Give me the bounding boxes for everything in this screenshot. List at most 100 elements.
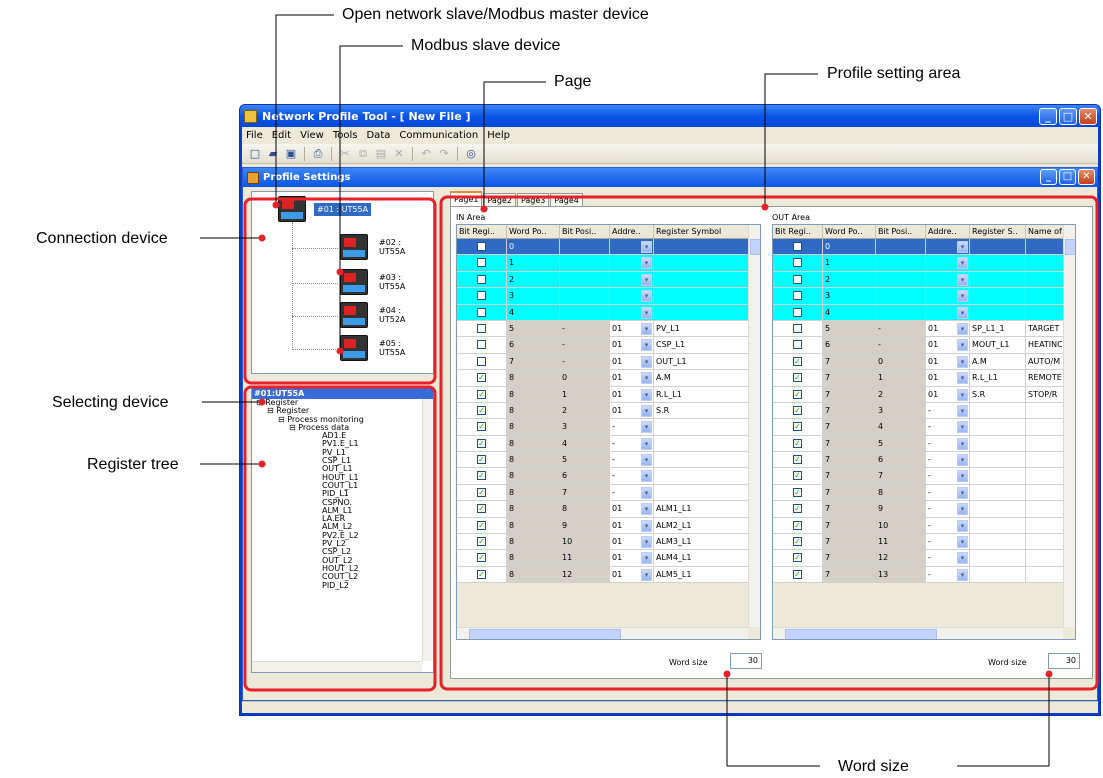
cell-s[interactable] xyxy=(654,468,750,485)
cell-b[interactable]: 12 xyxy=(876,550,926,567)
cell-n[interactable]: HEATINC xyxy=(1026,337,1066,354)
table-row[interactable]: 5 - 01 ▾ SP_L1_1 TARGET xyxy=(773,320,1075,338)
dropdown-arrow-icon[interactable]: ▾ xyxy=(957,241,968,253)
delete-icon[interactable]: ✕ xyxy=(392,147,406,161)
bit-register-checkbox[interactable]: ✓ xyxy=(793,471,802,481)
table-row[interactable]: ✓ 7 9- ▾ xyxy=(773,501,1075,518)
cell-s[interactable] xyxy=(654,435,750,453)
cell-s[interactable] xyxy=(970,435,1026,453)
cell-a[interactable]: 01 ▾ xyxy=(610,566,654,584)
cell-a[interactable]: 01 ▾ xyxy=(610,534,654,551)
menu-item-file[interactable]: File xyxy=(246,130,263,141)
table-row[interactable]: ✓ 8 11 01 ▾ ALM4_L1 xyxy=(457,550,760,567)
cell-c[interactable]: ✓ xyxy=(773,402,823,420)
cell-c[interactable]: ✓ xyxy=(773,468,823,485)
cell-n[interactable] xyxy=(1026,517,1066,535)
table-row[interactable]: 6 - 01 ▾ MOUT_L1 HEATINC xyxy=(773,337,1075,354)
table-row[interactable]: 4 ▾ xyxy=(457,304,760,321)
column-header[interactable]: Bit Posi.. xyxy=(876,225,926,238)
child-minimize-button[interactable]: _ xyxy=(1040,169,1057,185)
child-close-button[interactable]: ✕ xyxy=(1078,169,1095,185)
cell-s[interactable] xyxy=(970,271,1026,289)
cell-n[interactable] xyxy=(1026,435,1066,453)
bit-register-checkbox[interactable]: ✓ xyxy=(477,389,486,399)
cell-s[interactable] xyxy=(970,550,1026,567)
bit-register-checkbox[interactable]: ✓ xyxy=(477,553,486,563)
cell-a[interactable]: 01 ▾ xyxy=(610,501,654,518)
table-row[interactable]: ✓ 8 1 01 ▾ R.L_L1 xyxy=(457,386,760,403)
column-header[interactable]: Addre.. xyxy=(610,225,654,238)
bit-register-checkbox[interactable] xyxy=(477,340,486,350)
cell-c[interactable] xyxy=(773,337,823,354)
bit-register-checkbox[interactable]: ✓ xyxy=(793,504,802,514)
bit-register-checkbox[interactable]: ✓ xyxy=(793,405,802,415)
table-row[interactable]: ✓ 8 7- ▾ xyxy=(457,484,760,502)
bit-register-checkbox[interactable] xyxy=(477,323,486,333)
vertical-scrollbar[interactable] xyxy=(748,225,760,627)
cell-c[interactable]: ✓ xyxy=(457,452,507,469)
cell-s[interactable] xyxy=(654,484,750,502)
cell-c[interactable]: ✓ xyxy=(773,435,823,453)
cell-s[interactable] xyxy=(970,484,1026,502)
cell-b[interactable]: 4 xyxy=(560,435,610,453)
cell-a[interactable]: 01 ▾ xyxy=(926,353,970,371)
table-row[interactable]: ✓ 8 12 01 ▾ ALM5_L1 xyxy=(457,566,760,584)
dropdown-arrow-icon[interactable]: ▾ xyxy=(957,355,968,368)
cell-b[interactable] xyxy=(876,304,926,321)
dropdown-arrow-icon[interactable]: ▾ xyxy=(641,339,652,352)
table-row[interactable]: ✓ 8 4- ▾ xyxy=(457,435,760,453)
bit-register-checkbox[interactable]: ✓ xyxy=(477,438,486,448)
bit-register-checkbox[interactable]: ✓ xyxy=(477,520,486,530)
cell-b[interactable]: 1 xyxy=(876,370,926,387)
bit-register-checkbox[interactable]: ✓ xyxy=(793,389,802,399)
child-maximize-button[interactable]: □ xyxy=(1059,169,1076,185)
column-header[interactable]: Name of xyxy=(1026,225,1066,238)
cell-s[interactable]: R.L_L1 xyxy=(654,386,750,403)
bit-register-checkbox[interactable]: ✓ xyxy=(793,438,802,448)
menu-item-data[interactable]: Data xyxy=(366,130,390,141)
cell-s[interactable]: SP_L1_1 xyxy=(970,320,1026,338)
bit-register-checkbox[interactable]: ✓ xyxy=(477,487,486,497)
cell-n[interactable]: REMOTE xyxy=(1026,370,1066,387)
bit-register-checkbox[interactable] xyxy=(793,307,802,317)
cell-b[interactable]: 1 xyxy=(560,386,610,403)
dropdown-arrow-icon[interactable]: ▾ xyxy=(641,503,652,516)
cell-a[interactable]: 01 ▾ xyxy=(610,370,654,387)
cell-c[interactable]: ✓ xyxy=(773,550,823,567)
table-row[interactable]: 1 ▾ xyxy=(773,255,1075,272)
menu-item-communication[interactable]: Communication xyxy=(399,130,478,141)
cell-c[interactable]: ✓ xyxy=(457,517,507,535)
cell-c[interactable]: ✓ xyxy=(773,370,823,387)
table-row[interactable]: ✓ 8 0 01 ▾ A.M xyxy=(457,370,760,387)
cell-b[interactable]: 11 xyxy=(876,534,926,551)
new-icon[interactable]: □ xyxy=(248,147,262,161)
cell-b[interactable]: - xyxy=(560,320,610,338)
bit-register-checkbox[interactable]: ✓ xyxy=(793,487,802,497)
cell-c[interactable]: ✓ xyxy=(773,484,823,502)
cell-b[interactable] xyxy=(560,304,610,321)
cell-a[interactable]: - ▾ xyxy=(926,517,970,535)
cell-a[interactable]: - ▾ xyxy=(926,468,970,485)
cell-s[interactable]: PV_L1 xyxy=(654,320,750,338)
cell-s[interactable] xyxy=(654,452,750,469)
cell-b[interactable]: 3 xyxy=(560,419,610,436)
cell-s[interactable] xyxy=(654,255,750,272)
table-row[interactable]: ✓ 7 1 01 ▾ R.L_L1 REMOTE xyxy=(773,370,1075,387)
dropdown-arrow-icon[interactable]: ▾ xyxy=(641,536,652,549)
table-row[interactable]: 2 ▾ xyxy=(457,271,760,289)
column-header[interactable]: Bit Regi.. xyxy=(773,225,823,238)
cell-b[interactable]: 8 xyxy=(560,501,610,518)
cell-s[interactable]: ALM3_L1 xyxy=(654,534,750,551)
bit-register-checkbox[interactable]: ✓ xyxy=(793,537,802,547)
cell-s[interactable] xyxy=(970,402,1026,420)
cell-s[interactable] xyxy=(970,501,1026,518)
cell-b[interactable]: 7 xyxy=(876,468,926,485)
bit-register-checkbox[interactable] xyxy=(477,291,486,301)
cell-s[interactable]: S.R xyxy=(970,386,1026,403)
device-node[interactable]: #01 : UT55A xyxy=(278,196,372,222)
cell-a[interactable]: 01 ▾ xyxy=(926,337,970,354)
maximize-button[interactable]: □ xyxy=(1059,108,1077,125)
cell-b[interactable]: - xyxy=(560,337,610,354)
cell-b[interactable]: 10 xyxy=(560,534,610,551)
table-row[interactable]: 4 ▾ xyxy=(773,304,1075,321)
